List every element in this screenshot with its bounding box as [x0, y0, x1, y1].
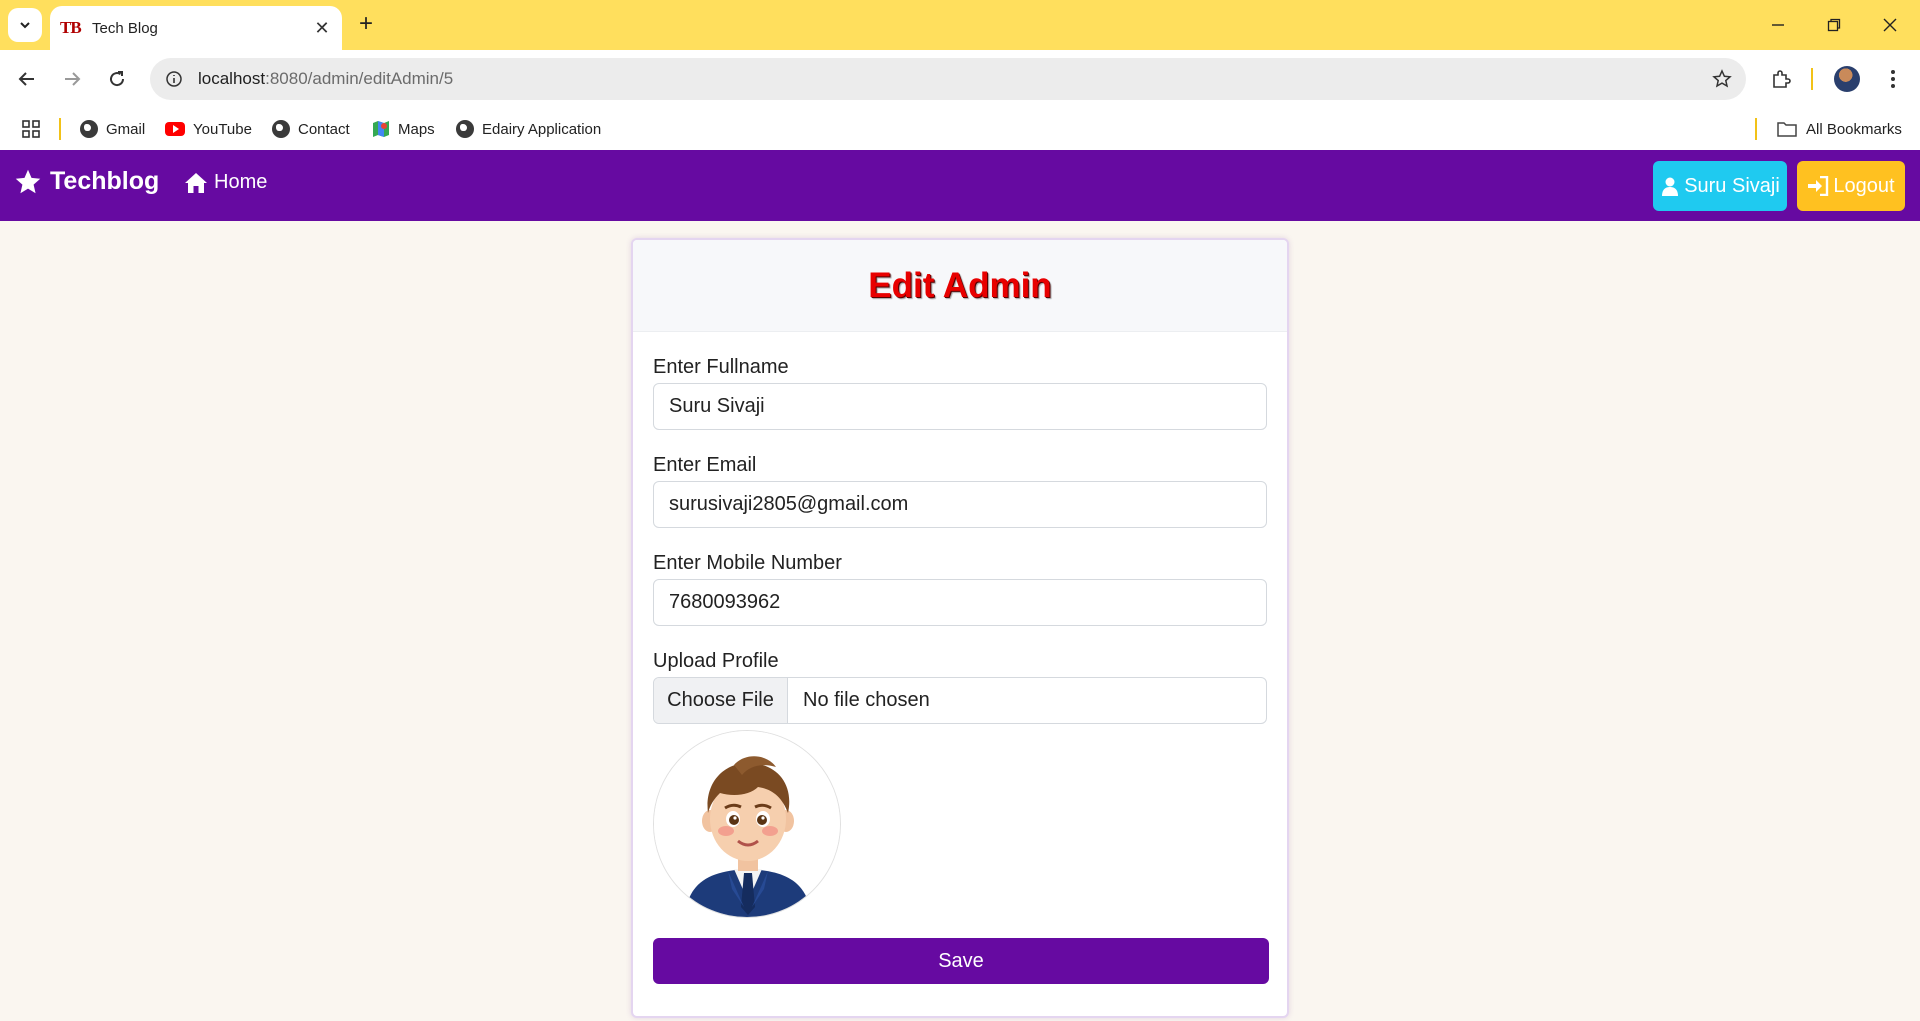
bookmark-youtube[interactable]: YouTube [165, 117, 252, 141]
extensions-button[interactable] [1764, 62, 1798, 96]
url-text[interactable]: localhost:8080/admin/editAdmin/5 [198, 69, 1710, 89]
fullname-label: Enter Fullname [653, 356, 789, 378]
bookmark-maps[interactable]: Maps [372, 117, 435, 141]
reload-button[interactable] [100, 62, 134, 96]
user-profile-button[interactable]: Suru Sivaji [1653, 161, 1787, 211]
apps-button[interactable] [22, 117, 40, 141]
all-bookmarks-button[interactable]: All Bookmarks [1776, 117, 1902, 141]
choose-file-button[interactable]: Choose File [654, 678, 788, 723]
toolbar-separator [1811, 68, 1813, 90]
reload-icon [110, 71, 125, 87]
menu-button[interactable] [1876, 62, 1910, 96]
mobile-group: Enter Mobile Number 7680093962 [653, 552, 1267, 626]
logout-button[interactable]: Logout [1797, 161, 1905, 211]
upload-group: Upload Profile Choose File No file chose… [653, 650, 1267, 918]
browser-toolbar: localhost:8080/admin/editAdmin/5 [0, 50, 1920, 108]
minimize-button[interactable] [1758, 10, 1798, 40]
minimize-icon [1772, 24, 1784, 26]
url-host: localhost [198, 69, 266, 88]
user-icon [1662, 177, 1679, 196]
tab-search-button[interactable] [8, 8, 42, 42]
home-icon [185, 172, 207, 193]
close-window-button[interactable] [1870, 10, 1910, 40]
restore-button[interactable] [1814, 10, 1854, 40]
email-group: Enter Email surusivaji2805@gmail.com [653, 454, 1267, 528]
upload-label: Upload Profile [653, 650, 779, 672]
edit-admin-card: Edit Admin Enter Fullname Suru Sivaji En… [631, 238, 1289, 1018]
cartoon-avatar-image [654, 731, 840, 917]
site-info-icon[interactable] [164, 69, 184, 89]
bookmark-contact[interactable]: Contact [272, 117, 350, 141]
bookmark-label: Gmail [106, 120, 146, 138]
maps-icon [373, 121, 389, 137]
mobile-label: Enter Mobile Number [653, 552, 842, 574]
file-status: No file chosen [803, 689, 930, 711]
mobile-input[interactable]: 7680093962 [653, 579, 1267, 626]
url-path: :8080/admin/editAdmin/5 [265, 69, 454, 88]
profile-avatar [1834, 66, 1860, 92]
restore-icon [1827, 18, 1841, 32]
browser-tab-bar: TB Tech Blog ✕ + [0, 0, 1920, 50]
apps-grid-icon [22, 120, 40, 138]
brand-name: Techblog [50, 167, 160, 195]
bookmark-edairy[interactable]: Edairy Application [456, 117, 601, 141]
tab-favicon: TB [60, 18, 82, 37]
star-icon [15, 169, 41, 193]
card-header: Edit Admin [633, 240, 1287, 332]
forward-button[interactable] [55, 62, 89, 96]
back-button[interactable] [10, 62, 44, 96]
page-title: Edit Admin [868, 265, 1052, 305]
all-bookmarks-label: All Bookmarks [1806, 120, 1902, 138]
arrow-left-icon [18, 72, 34, 86]
email-input[interactable]: surusivaji2805@gmail.com [653, 481, 1267, 528]
arrow-right-icon [65, 72, 81, 86]
logout-label: Logout [1833, 174, 1895, 197]
bookmark-star-icon[interactable] [1710, 67, 1734, 91]
folder-icon [1777, 122, 1797, 137]
globe-icon [456, 120, 474, 138]
browser-tab[interactable]: TB Tech Blog ✕ [50, 6, 342, 50]
close-tab-icon[interactable]: ✕ [312, 18, 332, 39]
fullname-group: Enter Fullname Suru Sivaji [653, 356, 1267, 430]
fullname-input[interactable]: Suru Sivaji [653, 383, 1267, 430]
app-navbar: Techblog Home Suru Sivaji Logout [0, 150, 1920, 221]
profile-button[interactable] [1830, 62, 1864, 96]
globe-icon [80, 120, 98, 138]
brand-link[interactable]: Techblog [14, 167, 159, 196]
more-vertical-icon [1891, 70, 1895, 88]
bookmark-label: YouTube [193, 120, 252, 138]
edit-admin-form: Enter Fullname Suru Sivaji Enter Email s… [633, 332, 1287, 984]
bookmarks-bar: Gmail YouTube Contact Maps Edairy Applic… [0, 108, 1920, 150]
bookmarks-separator [1755, 118, 1757, 140]
profile-avatar-image [653, 730, 841, 918]
address-bar[interactable]: localhost:8080/admin/editAdmin/5 [150, 58, 1746, 100]
puzzle-icon [1773, 70, 1791, 88]
bookmark-label: Edairy Application [482, 120, 602, 138]
profile-file-input[interactable]: Choose File No file chosen [653, 677, 1267, 724]
tab-title: Tech Blog [92, 19, 158, 37]
globe-icon [272, 120, 290, 138]
user-name: Suru Sivaji [1684, 174, 1780, 197]
bookmark-label: Maps [398, 120, 435, 138]
new-tab-button[interactable]: + [352, 10, 380, 38]
home-link[interactable]: Home [184, 171, 267, 194]
bookmarks-separator [59, 118, 61, 140]
email-label: Enter Email [653, 454, 757, 476]
bookmark-gmail[interactable]: Gmail [80, 117, 145, 141]
chevron-down-icon [20, 22, 30, 29]
save-button[interactable]: Save [653, 938, 1269, 984]
youtube-icon [165, 122, 185, 136]
home-label: Home [214, 171, 268, 193]
close-icon [1883, 18, 1897, 32]
bookmark-label: Contact [298, 120, 350, 138]
sign-in-icon [1808, 176, 1829, 196]
